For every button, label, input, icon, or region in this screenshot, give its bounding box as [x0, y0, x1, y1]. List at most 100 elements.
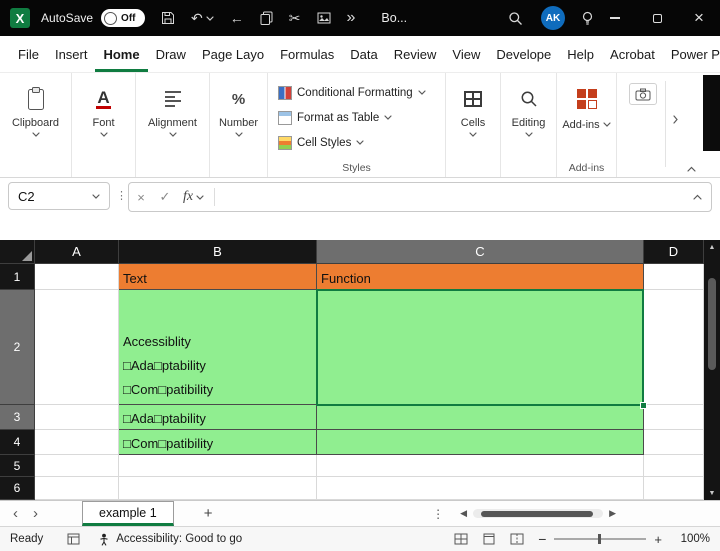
cell-A1[interactable] — [35, 264, 119, 290]
macro-record-icon[interactable] — [67, 533, 80, 545]
zoom-level[interactable]: 100% — [674, 533, 710, 545]
close-button[interactable]: × — [678, 0, 720, 36]
column-header-c[interactable]: C — [317, 240, 644, 264]
sheet-tab-example-1[interactable]: example 1 — [82, 501, 174, 526]
cell-B6[interactable] — [119, 477, 317, 500]
column-header-a[interactable]: A — [35, 240, 119, 264]
cell-B4[interactable]: □Com□patibility — [119, 430, 317, 455]
cell-D1[interactable] — [644, 264, 704, 290]
row-header-4[interactable]: 4 — [0, 430, 35, 455]
lightbulb-icon[interactable] — [581, 11, 594, 26]
tab-formulas[interactable]: Formulas — [272, 36, 342, 72]
cell-A5[interactable] — [35, 455, 119, 477]
cell-A6[interactable] — [35, 477, 119, 500]
zoom-in-button[interactable]: + — [654, 532, 662, 547]
row-header-1[interactable]: 1 — [0, 264, 35, 290]
cell-B1[interactable]: Text — [119, 264, 317, 290]
vertical-scrollbar[interactable]: ▲ ▼ — [704, 240, 720, 500]
tab-insert[interactable]: Insert — [47, 36, 96, 72]
fill-handle[interactable] — [640, 402, 647, 409]
alignment-group-button[interactable]: Alignment — [136, 73, 210, 177]
autosave-toggle[interactable]: Off — [101, 9, 145, 27]
add-sheet-icon[interactable]: + — [204, 505, 213, 522]
zoom-slider[interactable] — [554, 538, 646, 540]
excel-logo-icon[interactable]: X — [10, 8, 30, 28]
row-header-3[interactable]: 3 — [0, 405, 35, 430]
row-header-5[interactable]: 5 — [0, 455, 35, 477]
tab-acrobat[interactable]: Acrobat — [602, 36, 663, 72]
tab-data[interactable]: Data — [342, 36, 385, 72]
column-header-d[interactable]: D — [644, 240, 704, 264]
undo-button[interactable]: ↶ — [191, 10, 214, 27]
tab-home[interactable]: Home — [95, 36, 147, 72]
document-title[interactable]: Bo... — [381, 11, 407, 25]
back-icon[interactable]: ← — [230, 10, 244, 26]
tab-draw[interactable]: Draw — [148, 36, 194, 72]
copy-icon[interactable] — [260, 11, 273, 25]
cell-C6[interactable] — [317, 477, 644, 500]
horizontal-scrollbar-thumb[interactable] — [481, 511, 593, 517]
picture-icon[interactable] — [317, 12, 331, 24]
cell-D5[interactable] — [644, 455, 704, 477]
clipboard-group-button[interactable]: Clipboard — [0, 73, 72, 177]
camera-icon[interactable] — [629, 83, 657, 105]
add-ins-group-button[interactable]: Add-ins Add-ins — [557, 73, 617, 177]
hscroll-left-icon[interactable]: ◀ — [460, 508, 467, 519]
cell-A3[interactable] — [35, 405, 119, 430]
page-layout-view-icon[interactable] — [482, 533, 496, 545]
vertical-scrollbar-thumb[interactable] — [708, 278, 716, 370]
formula-input[interactable] — [219, 183, 693, 211]
cell-B3[interactable]: □Ada□ptability — [119, 405, 317, 430]
formula-bar-dots-icon[interactable]: ⋮ — [116, 189, 127, 202]
conditional-formatting-button[interactable]: Conditional Formatting — [278, 80, 426, 105]
horizontal-scrollbar[interactable] — [473, 509, 603, 518]
number-group-button[interactable]: % Number — [210, 73, 268, 177]
cells-group-button[interactable]: Cells — [446, 73, 501, 177]
search-icon[interactable] — [508, 11, 523, 26]
scroll-up-icon[interactable]: ▲ — [709, 240, 716, 254]
cell-styles-button[interactable]: Cell Styles — [278, 130, 364, 155]
side-panel-strip[interactable] — [703, 75, 720, 151]
sheet-next-icon[interactable]: › — [33, 506, 38, 521]
ribbon-overflow-chevron-icon[interactable] — [673, 115, 678, 124]
cell-D3[interactable] — [644, 405, 704, 430]
cell-D6[interactable] — [644, 477, 704, 500]
collapse-ribbon-icon[interactable] — [687, 166, 696, 172]
tab-developer[interactable]: Develope — [488, 36, 559, 72]
sheet-prev-icon[interactable]: ‹ — [13, 506, 18, 521]
tab-view[interactable]: View — [444, 36, 488, 72]
minimize-button[interactable] — [594, 0, 636, 36]
zoom-slider-thumb[interactable] — [598, 534, 601, 544]
cell-D4[interactable] — [644, 430, 704, 455]
user-avatar[interactable]: AK — [541, 6, 565, 30]
format-as-table-button[interactable]: Format as Table — [278, 105, 392, 130]
cell-A4[interactable] — [35, 430, 119, 455]
cell-A2[interactable] — [35, 290, 119, 405]
cell-C2[interactable] — [317, 290, 644, 405]
insert-function-button[interactable]: fx — [177, 189, 210, 205]
save-icon[interactable] — [161, 11, 175, 25]
tab-page-layout[interactable]: Page Layo — [194, 36, 272, 72]
cancel-icon[interactable]: × — [129, 190, 153, 205]
font-group-button[interactable]: A Font — [72, 73, 136, 177]
hscroll-right-icon[interactable]: ▶ — [609, 508, 616, 519]
name-box[interactable]: C2 — [8, 182, 110, 210]
row-header-6[interactable]: 6 — [0, 477, 35, 500]
cell-C5[interactable] — [317, 455, 644, 477]
accessibility-status[interactable]: Accessibility: Good to go — [116, 533, 242, 545]
tab-power-pivot[interactable]: Power Piv — [663, 36, 720, 72]
page-break-view-icon[interactable] — [510, 533, 524, 545]
tab-file[interactable]: File — [10, 36, 47, 72]
enter-check-icon[interactable]: ✓ — [153, 189, 177, 205]
cell-C4[interactable] — [317, 430, 644, 455]
cell-B5[interactable] — [119, 455, 317, 477]
maximize-button[interactable] — [636, 0, 678, 36]
formula-bar-expand-icon[interactable] — [693, 194, 702, 200]
cell-B2[interactable]: Accessiblity □Ada□ptability □Com□patibil… — [119, 290, 317, 405]
column-header-b[interactable]: B — [119, 240, 317, 264]
cell-D2[interactable] — [644, 290, 704, 405]
more-commands-icon[interactable]: » — [347, 9, 356, 27]
normal-view-icon[interactable] — [454, 533, 468, 545]
tab-review[interactable]: Review — [386, 36, 445, 72]
cell-C3[interactable] — [317, 405, 644, 430]
